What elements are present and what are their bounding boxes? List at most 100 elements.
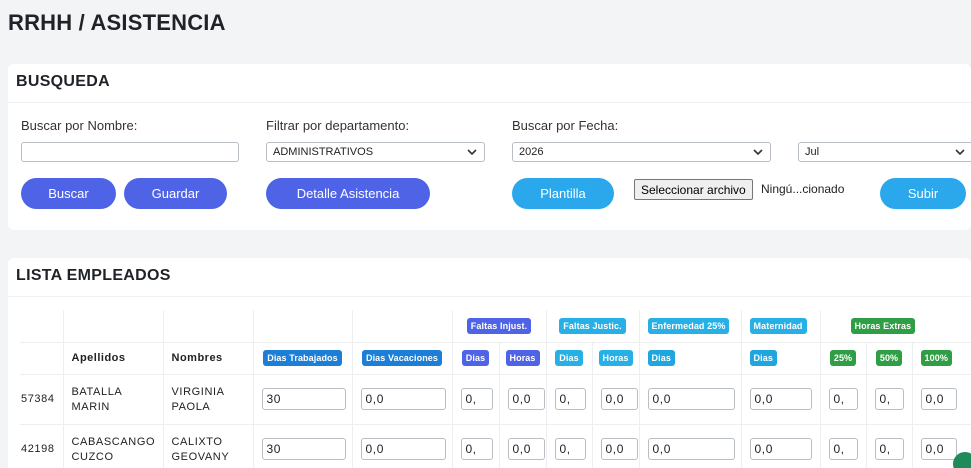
badge-100: 100% — [920, 350, 952, 366]
horas-extras-25-input[interactable]: 0, — [828, 388, 858, 410]
search-card-divider — [8, 102, 971, 103]
employee-list-title: LISTA EMPLEADOS — [16, 267, 171, 284]
table-column-header-row: Apellidos Nombres Dias Trabajados Dias V… — [20, 342, 971, 375]
nombre-2: GEOVANY — [171, 450, 230, 463]
month-select[interactable]: Jul — [798, 142, 971, 162]
column-header-apellidos: Apellidos — [63, 342, 164, 375]
table-row: 42198 CABASCANGO CUZCO CALIXTO GEOVANY 30 … — [20, 424, 971, 468]
nombre-1: CALIXTO — [171, 435, 223, 448]
nombre-1: VIRGINIA — [171, 385, 225, 398]
faltas-injust-horas-input[interactable]: 0,0 — [507, 438, 545, 460]
badge-dias: Dias — [461, 350, 490, 366]
group-faltas-justificadas: Faltas Justic. — [546, 310, 640, 343]
group-cell-empty — [163, 310, 254, 343]
badge-horas-extras: Horas Extras — [850, 317, 916, 334]
faltas-justic-horas-input[interactable]: 0,0 — [600, 388, 638, 410]
chevron-down-icon — [753, 149, 763, 156]
faltas-justic-dias-input[interactable]: 0, — [554, 438, 586, 460]
horas-extras-100-input[interactable]: 0,0 — [920, 438, 957, 460]
search-button[interactable]: Buscar — [21, 178, 116, 209]
group-horas-extras: Horas Extras — [820, 310, 971, 343]
page-title: RRHH / ASISTENCIA — [8, 10, 226, 35]
attendance-detail-button[interactable]: Detalle Asistencia — [266, 178, 430, 209]
month-select-value: Jul — [805, 146, 820, 158]
dias-vacaciones-input[interactable]: 0,0 — [360, 438, 446, 460]
group-maternidad: Maternidad — [741, 310, 821, 343]
employee-code: 42198 — [20, 424, 64, 468]
group-cell-empty — [253, 310, 353, 343]
horas-extras-25-input[interactable]: 0, — [828, 438, 858, 460]
dias-trabajados-input[interactable]: 30 — [261, 438, 346, 460]
name-search-input[interactable] — [21, 142, 239, 162]
search-card: BUSQUEDA Buscar por Nombre: Filtrar por … — [8, 64, 971, 230]
search-card-title: BUSQUEDA — [16, 73, 110, 90]
column-header-mat-dias: Dias — [741, 342, 821, 375]
maternidad-dias-input[interactable]: 0,0 — [749, 438, 812, 460]
badge-faltas-injust: Faltas Injust. — [466, 317, 532, 334]
faltas-justic-horas-input[interactable]: 0,0 — [600, 438, 638, 460]
faltas-injust-dias-input[interactable]: 0, — [460, 388, 493, 410]
employee-table: Faltas Injust. Faltas Justic. Enfermedad… — [20, 310, 971, 468]
employee-nombres: CALIXTO GEOVANY — [163, 424, 254, 468]
apellido-2: MARIN — [71, 400, 110, 413]
employee-apellidos: BATALLA MARIN — [63, 374, 164, 425]
badge-dias: Dias — [749, 350, 777, 366]
choose-file-button[interactable]: Seleccionar archivo — [634, 179, 753, 200]
badge-faltas-justic: Faltas Justic. — [559, 317, 626, 334]
badge-maternidad: Maternidad — [749, 317, 807, 334]
group-enfermedad: Enfermedad 25% — [639, 310, 742, 343]
year-select-value: 2026 — [519, 146, 544, 158]
faltas-justic-dias-input[interactable]: 0, — [554, 388, 586, 410]
upload-button[interactable]: Subir — [880, 178, 966, 209]
chevron-down-icon — [467, 149, 477, 156]
date-search-label: Buscar por Fecha: — [512, 118, 619, 133]
enfermedad-dias-input[interactable]: 0,0 — [647, 438, 735, 460]
faltas-injust-dias-input[interactable]: 0, — [460, 438, 493, 460]
badge-horas: Horas — [505, 350, 540, 366]
group-faltas-injustificadas: Faltas Injust. — [452, 310, 547, 343]
badge-horas: Horas — [598, 350, 633, 366]
dias-trabajados-input[interactable]: 30 — [261, 388, 346, 410]
column-header-enf-dias: Dias — [639, 342, 742, 375]
year-select[interactable]: 2026 — [512, 142, 771, 162]
column-header-fi-dias: Dias — [452, 342, 500, 375]
column-header-he-25: 25% — [820, 342, 867, 375]
floating-action-button[interactable] — [953, 452, 971, 468]
column-header-code — [20, 342, 64, 375]
badge-dias: Dias — [555, 350, 583, 366]
enfermedad-dias-input[interactable]: 0,0 — [647, 388, 735, 410]
column-header-dias-vacaciones: Dias Vacaciones — [352, 342, 453, 375]
file-status-text: Ningú...cionado — [761, 182, 845, 196]
group-cell-empty — [63, 310, 164, 343]
maternidad-dias-input[interactable]: 0,0 — [749, 388, 812, 410]
horas-extras-50-input[interactable]: 0, — [874, 388, 904, 410]
name-search-label: Buscar por Nombre: — [21, 118, 138, 133]
group-cell-empty — [352, 310, 453, 343]
badge-enfermedad: Enfermedad 25% — [647, 317, 730, 334]
table-row: 57384 BATALLA MARIN VIRGINIA PAOLA 30 0,0 … — [20, 374, 971, 425]
chevron-down-icon — [955, 149, 965, 156]
column-header-he-100: 100% — [912, 342, 971, 375]
nombre-2: PAOLA — [171, 400, 211, 413]
employee-list-card: LISTA EMPLEADOS Faltas Injust. Faltas Ju… — [8, 258, 971, 468]
group-cell-empty — [20, 310, 64, 343]
badge-50: 50% — [875, 350, 903, 366]
dias-vacaciones-input[interactable]: 0,0 — [360, 388, 446, 410]
badge-dias: Dias — [647, 350, 675, 366]
department-select[interactable]: ADMINISTRATIVOS — [266, 142, 485, 162]
table-group-header-row: Faltas Injust. Faltas Justic. Enfermedad… — [20, 310, 971, 343]
column-header-he-50: 50% — [866, 342, 913, 375]
department-select-value: ADMINISTRATIVOS — [273, 146, 374, 158]
column-header-fj-horas: Horas — [592, 342, 640, 375]
department-filter-label: Filtrar por departamento: — [266, 118, 410, 133]
horas-extras-100-input[interactable]: 0,0 — [920, 388, 957, 410]
apellido-1: CABASCANGO — [71, 435, 156, 448]
horas-extras-50-input[interactable]: 0, — [874, 438, 904, 460]
employee-code: 57384 — [20, 374, 64, 425]
template-button[interactable]: Plantilla — [512, 178, 614, 209]
employee-apellidos: CABASCANGO CUZCO — [63, 424, 164, 468]
employee-nombres: VIRGINIA PAOLA — [163, 374, 254, 425]
faltas-injust-horas-input[interactable]: 0,0 — [507, 388, 545, 410]
employee-list-divider — [8, 296, 971, 297]
save-button[interactable]: Guardar — [124, 178, 227, 209]
